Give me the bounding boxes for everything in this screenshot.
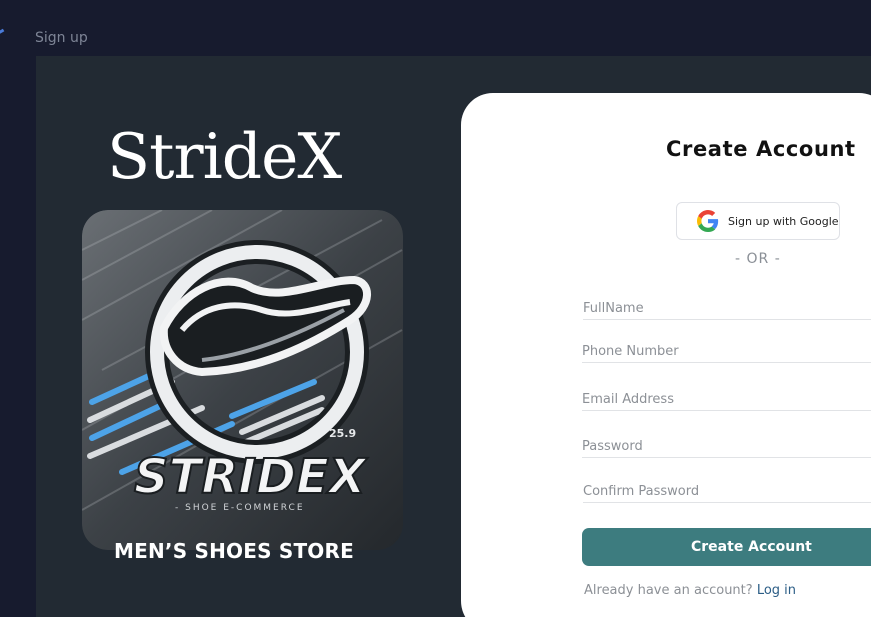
create-account-button[interactable]: Create Account — [582, 528, 871, 566]
phone-input[interactable] — [582, 341, 871, 363]
login-prompt: Already have an account? — [584, 583, 753, 598]
or-divider: - OR - — [735, 251, 781, 267]
brand-title: StrideX — [107, 120, 342, 193]
form-title: Create Account — [666, 137, 856, 161]
logo-number: 25.9 — [329, 427, 356, 440]
email-input[interactable] — [582, 389, 871, 411]
logo-wordmark: STRIDEX — [134, 449, 368, 505]
brand-logo: 25.9 STRIDEX - SHOE E-COMMERCE — [82, 210, 403, 550]
password-input[interactable] — [582, 436, 871, 458]
logo-tagline: - SHOE E-COMMERCE — [175, 503, 305, 513]
corner-mark — [0, 28, 5, 35]
login-link[interactable]: Log in — [757, 583, 796, 598]
store-title: MEN’S SHOES STORE — [114, 539, 354, 563]
page-label: Sign up — [35, 30, 88, 46]
google-icon — [697, 210, 719, 232]
google-signup-button[interactable]: Sign up with Google — [676, 202, 840, 240]
confirm-password-input[interactable] — [583, 481, 871, 503]
login-prompt-line: Already have an account? Log in — [584, 583, 796, 598]
google-signup-label: Sign up with Google — [728, 214, 839, 228]
fullname-input[interactable] — [583, 298, 871, 320]
